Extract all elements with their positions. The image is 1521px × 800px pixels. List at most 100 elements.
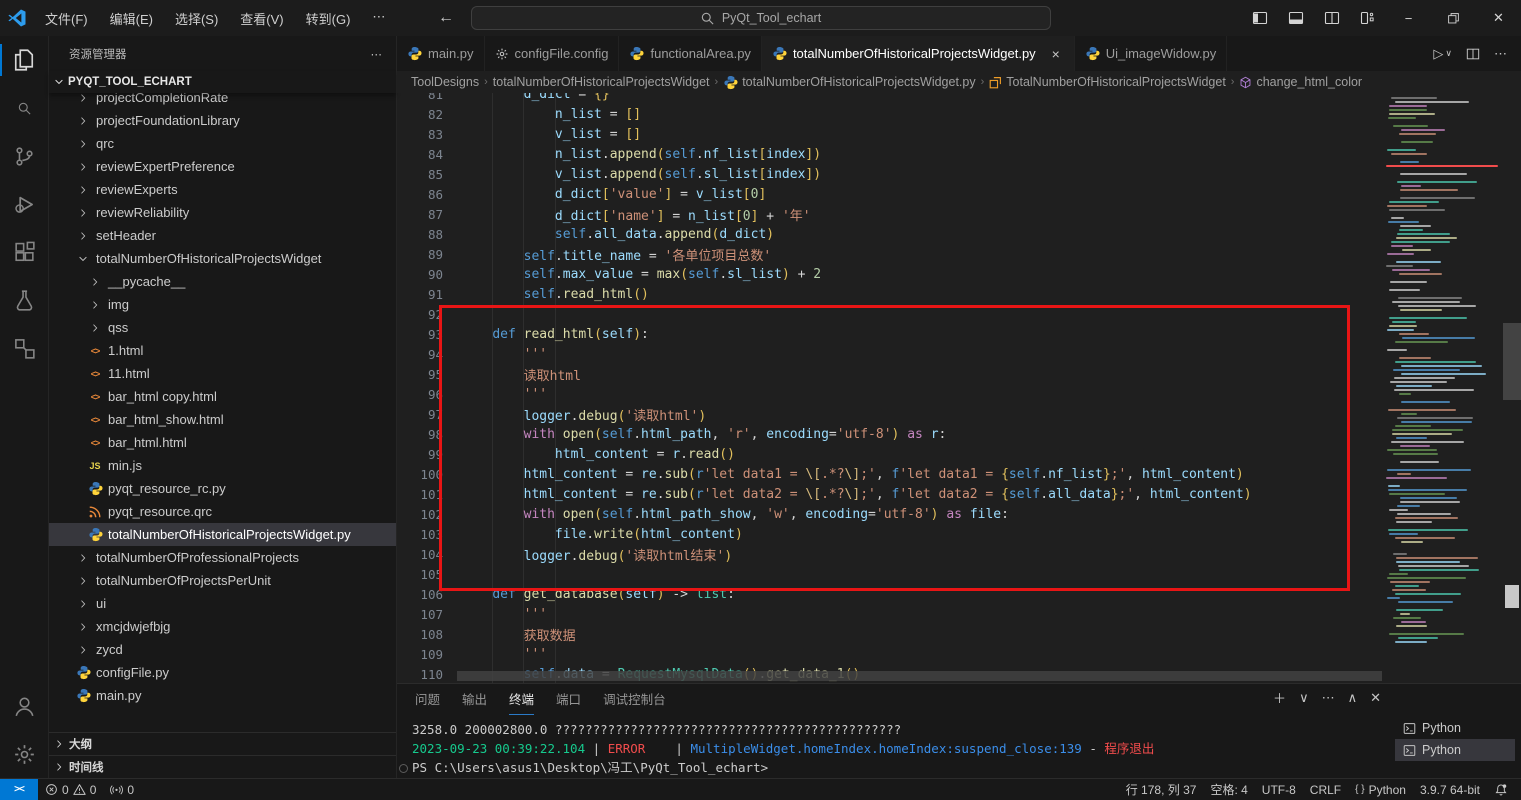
code-line[interactable]: 81 d_dict = {} xyxy=(397,93,1521,104)
layout-sidebar-right-icon[interactable] xyxy=(1314,0,1350,36)
terminal-instance[interactable]: Python xyxy=(1395,717,1515,739)
code-line[interactable]: 91 self.read_html() xyxy=(397,284,1521,304)
code-editor[interactable]: 81 d_dict = {}82 n_list = []83 v_list = … xyxy=(397,93,1521,683)
editor-tab[interactable]: functionalArea.py xyxy=(619,36,761,71)
code-line[interactable]: 85 v_list.append(self.sl_list[index]) xyxy=(397,164,1521,184)
menu-item[interactable]: 编辑(E) xyxy=(101,5,162,32)
code-line[interactable]: 83 v_list = [] xyxy=(397,124,1521,144)
breadcrumb-item[interactable]: change_html_color xyxy=(1239,75,1362,89)
code-line[interactable]: 88 self.all_data.append(d_dict) xyxy=(397,224,1521,244)
activity-references[interactable] xyxy=(0,324,48,372)
tree-item[interactable]: <>11.html xyxy=(49,362,396,385)
new-terminal-icon[interactable]: ＋ xyxy=(1273,688,1286,707)
tree-item[interactable]: setHeader xyxy=(49,224,396,247)
editor-tab[interactable]: totalNumberOfHistoricalProjectsWidget.py… xyxy=(762,36,1075,71)
code-line[interactable]: 109 ''' xyxy=(397,644,1521,664)
tree-item[interactable]: pyqt_resource.qrc xyxy=(49,500,396,523)
menu-item[interactable]: 选择(S) xyxy=(166,5,227,32)
activity-run-debug[interactable] xyxy=(0,180,48,228)
layout-customize-icon[interactable] xyxy=(1350,0,1386,36)
code-line[interactable]: 107 ''' xyxy=(397,604,1521,624)
code-line[interactable]: 87 d_dict['name'] = n_list[0] + '年' xyxy=(397,204,1521,224)
menu-item[interactable]: 查看(V) xyxy=(231,5,292,32)
section-timeline[interactable]: 时间线 xyxy=(49,755,396,778)
layout-panel-icon[interactable] xyxy=(1278,0,1314,36)
minimap[interactable] xyxy=(1383,93,1501,683)
workspace-root-folder[interactable]: PYQT_TOOL_ECHART xyxy=(49,71,396,93)
breadcrumb-item[interactable]: TotalNumberOfHistoricalProjectsWidget xyxy=(989,75,1226,89)
tree-item[interactable]: qrc xyxy=(49,132,396,155)
tree-item[interactable]: main.py xyxy=(49,684,396,707)
tree-item[interactable]: projectFoundationLibrary xyxy=(49,109,396,132)
activity-extensions[interactable] xyxy=(0,228,48,276)
panel-tab-调试控制台[interactable]: 调试控制台 xyxy=(603,684,666,715)
tree-item[interactable]: <>bar_html_show.html xyxy=(49,408,396,431)
panel-tab-输出[interactable]: 输出 xyxy=(462,684,487,715)
scrollbar-handle[interactable] xyxy=(1503,323,1521,400)
tree-item[interactable]: <>bar_html.html xyxy=(49,431,396,454)
status-encoding[interactable]: UTF-8 xyxy=(1255,779,1303,800)
breadcrumb-item[interactable]: totalNumberOfHistoricalProjectsWidget.py xyxy=(723,75,975,90)
tree-item[interactable]: zycd xyxy=(49,638,396,661)
panel-tab-终端[interactable]: 终端 xyxy=(509,684,534,715)
action-split-editor[interactable] xyxy=(1466,47,1480,61)
problems-status[interactable]: 0 0 xyxy=(38,779,103,800)
back-arrow-icon[interactable]: ← xyxy=(438,9,454,27)
activity-explorer[interactable] xyxy=(0,36,48,84)
explorer-more-icon[interactable]: ⋯ xyxy=(371,47,383,61)
editor-tab[interactable]: Ui_imageWidow.py xyxy=(1075,36,1228,71)
status-eol[interactable]: CRLF xyxy=(1303,779,1348,800)
code-line[interactable]: 82 n_list = [] xyxy=(397,104,1521,124)
activity-search[interactable] xyxy=(0,84,48,132)
editor-tab[interactable]: configFile.config xyxy=(485,36,620,71)
vertical-scrollbar[interactable] xyxy=(1503,93,1521,683)
tree-item[interactable]: pyqt_resource_rc.py xyxy=(49,477,396,500)
tree-item[interactable]: totalNumberOfHistoricalProjectsWidget xyxy=(49,247,396,270)
tree-item[interactable]: totalNumberOfProjectsPerUnit xyxy=(49,569,396,592)
code-line[interactable]: 89 self.title_name = '各单位项目总数' xyxy=(397,244,1521,264)
panel-tab-问题[interactable]: 问题 xyxy=(415,684,440,715)
minimize-icon[interactable]: − xyxy=(1386,0,1431,36)
action-run[interactable]: ▷∨ xyxy=(1433,46,1452,62)
menu-item[interactable]: 转到(G) xyxy=(297,5,360,32)
restore-icon[interactable] xyxy=(1431,0,1476,36)
tree-item[interactable]: <>1.html xyxy=(49,339,396,362)
terminal-instance[interactable]: Python xyxy=(1395,739,1515,761)
editor-tab[interactable]: main.py xyxy=(397,36,485,71)
status-language-mode[interactable]: { }Python xyxy=(1348,779,1413,800)
activity-testing[interactable] xyxy=(0,276,48,324)
dropdown-icon[interactable]: ∨ xyxy=(1299,690,1309,706)
tree-item[interactable]: totalNumberOfProfessionalProjects xyxy=(49,546,396,569)
more-icon[interactable]: ⋯ xyxy=(1322,690,1335,706)
breadcrumb-item[interactable]: ToolDesigns xyxy=(411,75,479,89)
action-more-actions[interactable]: ⋯ xyxy=(1494,46,1507,62)
tree-item[interactable]: img xyxy=(49,293,396,316)
breadcrumb-item[interactable]: totalNumberOfHistoricalProjectsWidget xyxy=(493,75,710,89)
code-line[interactable]: 86 d_dict['value'] = v_list[0] xyxy=(397,184,1521,204)
tree-item[interactable]: configFile.py xyxy=(49,661,396,684)
terminal-output[interactable]: 3258.0 200002800.0 ?????????????????????… xyxy=(412,720,1391,777)
tab-close-icon[interactable]: × xyxy=(1048,46,1064,62)
menu-item[interactable]: 文件(F) xyxy=(36,5,97,32)
maximize-icon[interactable]: ∧ xyxy=(1348,690,1358,706)
close-icon[interactable]: ✕ xyxy=(1370,690,1381,706)
horizontal-scrollbar[interactable] xyxy=(457,671,1382,681)
close-icon[interactable]: ✕ xyxy=(1476,0,1521,36)
tree-item[interactable]: xmcjdwjefbjg xyxy=(49,615,396,638)
activity-account[interactable] xyxy=(0,682,48,730)
status-python-interpreter[interactable]: 3.9.7 64-bit xyxy=(1413,779,1487,800)
code-line[interactable]: 90 self.max_value = max(self.sl_list) + … xyxy=(397,264,1521,284)
activity-source-control[interactable] xyxy=(0,132,48,180)
tree-item[interactable]: totalNumberOfHistoricalProjectsWidget.py xyxy=(49,523,396,546)
code-line[interactable]: 84 n_list.append(self.nf_list[index]) xyxy=(397,144,1521,164)
tree-item[interactable]: reviewExperts xyxy=(49,178,396,201)
tree-item[interactable]: __pycache__ xyxy=(49,270,396,293)
activity-settings[interactable] xyxy=(0,730,48,778)
status-cursor-position[interactable]: 行 178, 列 37 xyxy=(1119,779,1204,800)
code-line[interactable]: 108 获取数据 xyxy=(397,624,1521,644)
status-indentation[interactable]: 空格: 4 xyxy=(1203,779,1254,800)
tree-item[interactable]: JSmin.js xyxy=(49,454,396,477)
remote-indicator[interactable]: >< xyxy=(0,779,38,800)
tree-item[interactable]: reviewReliability xyxy=(49,201,396,224)
tree-item[interactable]: qss xyxy=(49,316,396,339)
